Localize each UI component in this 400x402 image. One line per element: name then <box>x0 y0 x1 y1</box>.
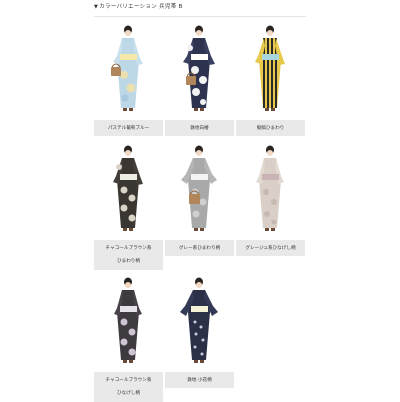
variation-card-striped-sunflower[interactable]: 縦縞ひまわり <box>236 20 305 136</box>
variation-label: 縦縞ひまわり <box>256 125 285 131</box>
variation-label: パステル葡萄ブルー <box>107 125 150 131</box>
product-photo[interactable] <box>94 20 163 120</box>
variation-label: チャコールブラウン系 ひなげし柄 <box>105 378 152 396</box>
variation-label: グレージュ系ひなげし柄 <box>245 245 296 251</box>
basket-bag-icon <box>189 194 200 204</box>
basket-bag-icon <box>186 76 196 85</box>
variation-card-charcoal-sunflower[interactable]: チャコールブラウン系 ひまわり柄 <box>94 140 163 270</box>
variation-label: チャコールブラウン系 ひまわり柄 <box>105 246 152 264</box>
section-title: カラーバリエーション 兵児帯 B <box>99 4 183 10</box>
kimono-figure-icon <box>256 145 284 231</box>
section-heading: ▼カラーバリエーション 兵児帯 B <box>94 0 306 17</box>
kimono-figure-icon <box>255 25 285 111</box>
variation-card-charcoal-poppy[interactable]: チャコールブラウン系 ひなげし柄 <box>94 272 163 402</box>
kimono-figure-icon <box>183 25 215 111</box>
triangle-marker-icon: ▼ <box>94 4 99 10</box>
variation-card-greige-poppy[interactable]: グレージュ系ひなげし柄 <box>236 140 305 256</box>
kimono-figure-icon <box>181 145 217 231</box>
variation-card-iron-camellia[interactable]: 鉄地白椿 <box>165 20 234 136</box>
kimono-figure-icon <box>114 277 142 363</box>
kimono-figure-icon <box>180 277 218 363</box>
kimono-figure-icon <box>113 145 143 231</box>
variation-card-grey-sunflower[interactable]: グレー系ひまわり柄 <box>165 140 234 256</box>
product-photo[interactable] <box>236 140 305 240</box>
variation-label: 鉄地 小花柄 <box>187 377 212 383</box>
variation-card-pastel-blue[interactable]: パステル葡萄ブルー <box>94 20 163 136</box>
variation-card-iron-floral[interactable]: 鉄地 小花柄 <box>165 272 234 388</box>
product-photo[interactable] <box>165 272 234 372</box>
product-photo[interactable] <box>236 20 305 120</box>
product-photo[interactable] <box>94 140 163 240</box>
kimono-figure-icon <box>111 25 143 111</box>
product-photo[interactable] <box>94 272 163 372</box>
variation-label: グレー系ひまわり柄 <box>178 245 221 251</box>
product-photo[interactable] <box>165 140 234 240</box>
basket-bag-icon <box>111 67 121 76</box>
variation-label: 鉄地白椿 <box>190 125 209 131</box>
product-photo[interactable] <box>165 20 234 120</box>
